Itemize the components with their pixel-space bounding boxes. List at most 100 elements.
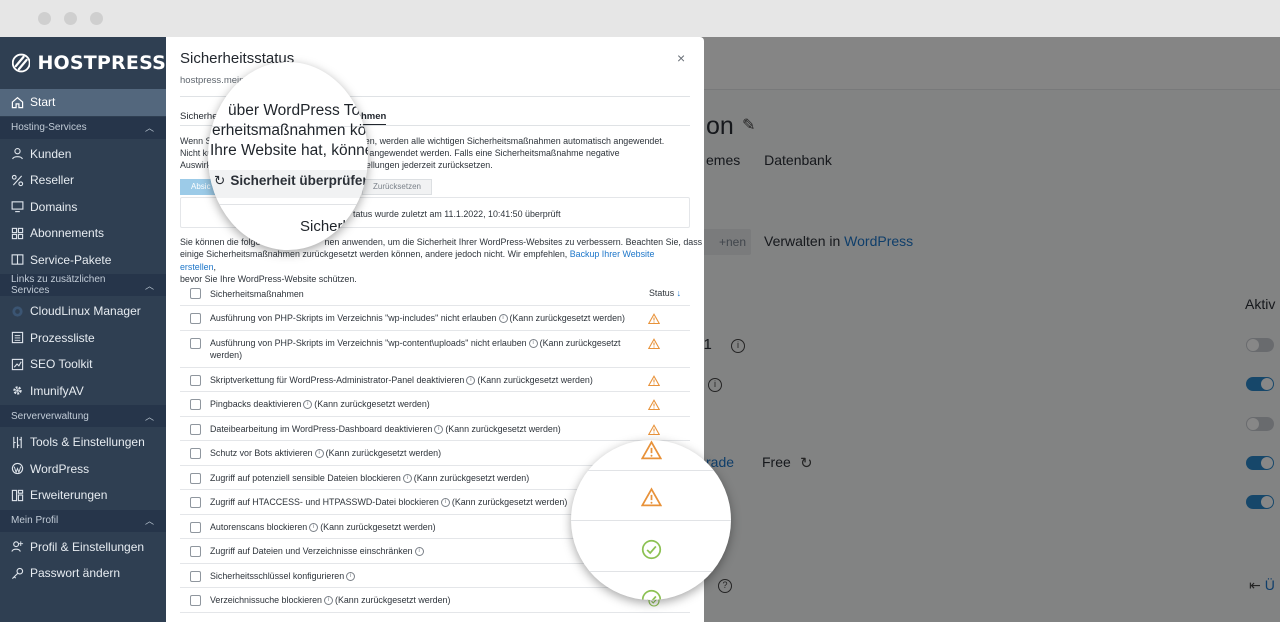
table-header-row: Sicherheitsmaßnahmen Status ↓ [180, 281, 690, 306]
check-security-label: Sicherheit überprüfen [230, 173, 368, 188]
sidebar-item-wordpress[interactable]: WordPress [0, 456, 166, 483]
sidebar-item-kunden[interactable]: Kunden [0, 141, 166, 168]
sidebar-item-start[interactable]: Start [0, 89, 166, 116]
sidebar-item-reseller[interactable]: Reseller [0, 167, 166, 194]
chevron-up-icon: ︿ [144, 123, 154, 133]
divider [571, 470, 731, 471]
warning-icon [648, 399, 660, 411]
row-checkbox[interactable] [190, 337, 201, 349]
row-checkbox[interactable] [190, 423, 201, 435]
info-icon[interactable]: i [402, 473, 412, 483]
sidebar-item-cloudlinux[interactable]: CloudLinux Manager [0, 298, 166, 325]
info-icon[interactable]: i [314, 449, 324, 459]
column-header-status[interactable]: Status ↓ [649, 288, 681, 298]
info-text: Sie können die folge nen anwenden, um di… [180, 236, 702, 285]
reset-note: (Kann zurückgesetzt werden) [314, 399, 430, 409]
sidebar-item-label: Passwort ändern [30, 566, 121, 581]
table-row: Skriptverkettung für WordPress-Administr… [180, 368, 690, 392]
sidebar-item-label: Abonnements [30, 226, 105, 241]
table-row: Verzeichnissuche blockieren i (Kann zurück… [180, 588, 690, 613]
sidebar-item-profil[interactable]: Profil & Einstellungen [0, 534, 166, 561]
divider [208, 204, 368, 205]
info-icon[interactable]: i [440, 498, 450, 508]
check-circle-icon [641, 539, 662, 560]
row-checkbox[interactable] [190, 570, 201, 582]
close-icon[interactable]: × [677, 50, 685, 66]
section-mein-profil[interactable]: Mein Profil ︿ [0, 509, 166, 532]
sidebar-item-domains[interactable]: Domains [0, 194, 166, 221]
sidebar-item-label: WordPress [30, 461, 90, 476]
select-all-checkbox[interactable] [190, 288, 201, 299]
section-hosting-services[interactable]: Hosting-Services ︿ [0, 116, 166, 139]
reset-button[interactable]: Zurücksetzen [362, 179, 432, 195]
sidebar-item-seo-toolkit[interactable]: SEO Toolkit [0, 351, 166, 378]
info-icon[interactable]: i [414, 547, 424, 557]
reset-note: (Kann zurückgesetzt werden) [445, 423, 561, 434]
info-icon[interactable]: i [434, 424, 444, 434]
window-close-dot[interactable] [38, 12, 51, 25]
sidebar-item-label: Domains [30, 199, 78, 214]
sidebar-item-abonnements[interactable]: Abonnements [0, 220, 166, 247]
measure-text: Schutz vor Bots aktivieren [210, 448, 313, 458]
info-icon[interactable]: i [466, 375, 476, 385]
row-checkbox[interactable] [190, 472, 201, 484]
measure-text: Pingbacks deaktivieren [210, 399, 302, 409]
window-maximize-dot[interactable] [90, 12, 103, 25]
cloudlinux-icon [11, 305, 24, 318]
section-label: Links zu zusätzlichen Services [11, 274, 106, 296]
warning-icon [641, 440, 662, 460]
reset-note: (Kann zurückgesetzt [539, 337, 621, 348]
reset-note: (Kann zurückgesetzt werden) [509, 313, 625, 323]
row-checkbox[interactable] [190, 374, 201, 386]
info-icon[interactable]: i [528, 338, 538, 348]
row-checkbox[interactable] [190, 546, 201, 557]
check-security-button[interactable]: ↻ Sicherheit überprüfen [214, 173, 368, 189]
info-icon[interactable]: i [324, 596, 333, 606]
sidebar-item-prozessliste[interactable]: Prozessliste [0, 325, 166, 352]
sidebar-item-imunifyav[interactable]: ImunifyAV [0, 378, 166, 405]
wordpress-icon [11, 462, 24, 475]
section-serververwaltung[interactable]: Serververwaltung ︿ [0, 405, 166, 427]
check-circle-icon [641, 589, 662, 600]
sidebar-item-service-pakete[interactable]: Service-Pakete [0, 247, 166, 274]
measure-label: Dateibearbeitung im WordPress-Dashboard … [210, 423, 630, 435]
row-checkbox[interactable] [190, 448, 201, 459]
sidebar-item-tools[interactable]: Tools & Einstellungen [0, 429, 166, 456]
info-icon[interactable]: i [309, 522, 319, 532]
sidebar-item-label: Erweiterungen [30, 488, 108, 503]
row-checkbox[interactable] [190, 497, 201, 508]
sidebar-item-erweiterungen[interactable]: Erweiterungen [0, 482, 166, 509]
row-checkbox[interactable] [190, 521, 201, 533]
measure-label: Zugriff auf Dateien und Verzeichnisse ei… [210, 545, 630, 557]
warning-icon [648, 337, 660, 349]
table-row: Ausführung von PHP-Skripts im Verzeichni… [180, 331, 690, 368]
tools-icon [11, 436, 24, 449]
monitor-icon [11, 200, 24, 213]
info-icon[interactable]: i [303, 400, 313, 410]
magnifier-status-icons [571, 440, 731, 600]
magnifier-check-button: über WordPress To erheitsmaßnahmen kö Ih… [208, 62, 368, 250]
sort-arrow-icon: ↓ [676, 288, 682, 298]
section-label: Serververwaltung [11, 410, 89, 422]
chevron-up-icon: ︿ [144, 280, 154, 291]
section-links-services[interactable]: Links zu zusätzlichen Services ︿ [0, 274, 166, 296]
window-minimize-dot[interactable] [64, 12, 77, 25]
info-line: , [213, 261, 217, 272]
row-checkbox[interactable] [190, 313, 201, 324]
sidebar-item-passwort[interactable]: Passwort ändern [0, 560, 166, 587]
list-icon [11, 331, 24, 344]
percent-icon [11, 174, 24, 187]
warning-icon [648, 423, 660, 435]
measure-label: Ausführung von PHP-Skripts im Verzeichni… [210, 337, 630, 361]
table-row: Pingbacks deaktivieren i (Kann zurückgeset… [180, 392, 690, 417]
sidebar-item-label: Tools & Einstellungen [30, 435, 145, 450]
chevron-up-icon: ︿ [144, 516, 154, 526]
info-icon[interactable]: i [498, 314, 508, 324]
row-checkbox[interactable] [190, 399, 201, 410]
sidebar-item-label: Profil & Einstellungen [30, 539, 145, 554]
row-checkbox[interactable] [190, 595, 201, 606]
table-row: Ausführung von PHP-Skripts im Verzeichni… [180, 306, 690, 331]
warning-icon [641, 487, 662, 507]
brand-logo[interactable]: HOSTPRESS [0, 37, 166, 89]
info-icon[interactable]: i [346, 571, 356, 581]
